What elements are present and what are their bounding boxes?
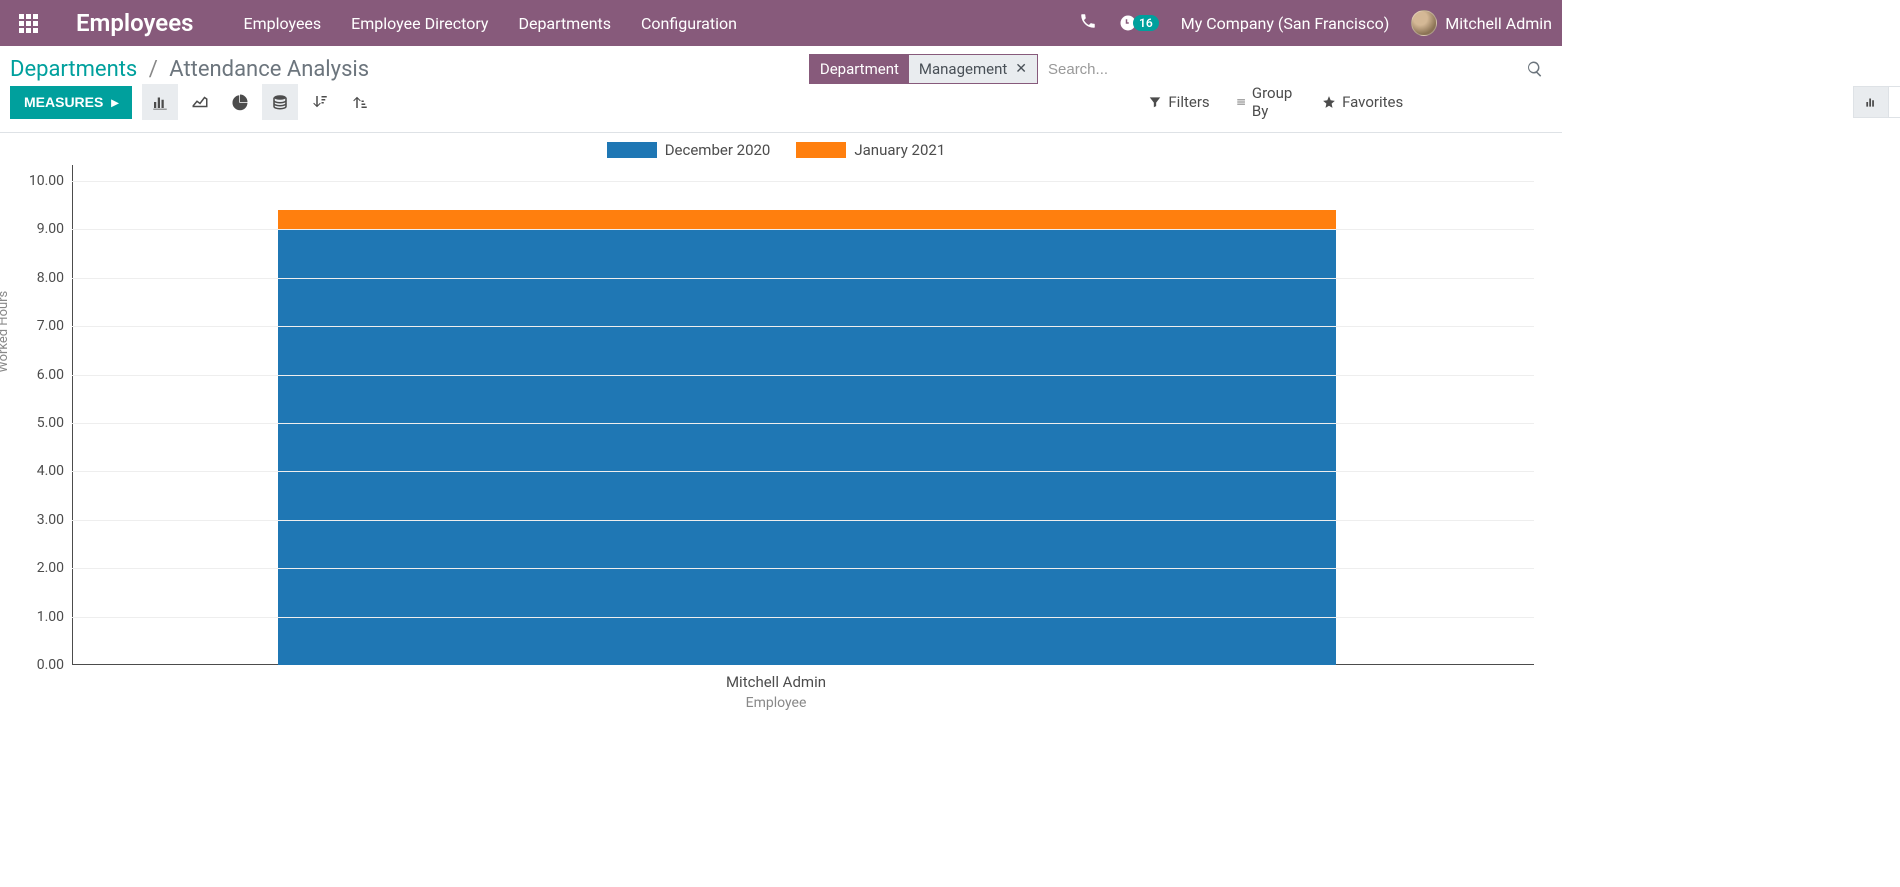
- sort-desc-button[interactable]: [302, 84, 338, 120]
- grid-line: [72, 278, 1534, 279]
- funnel-icon: [1148, 95, 1162, 109]
- chart-bars: [72, 165, 1534, 665]
- user-name: Mitchell Admin: [1445, 14, 1552, 33]
- breadcrumb-sep: /: [149, 57, 158, 82]
- y-tick: 9.00: [22, 221, 64, 237]
- facet-value-text: Management: [919, 60, 1007, 78]
- grid-line: [72, 568, 1534, 569]
- group-by-button[interactable]: Group By: [1236, 84, 1296, 120]
- search-options: Filters Group By Favorites: [1148, 84, 1403, 120]
- app-brand[interactable]: Employees: [76, 9, 193, 37]
- pie-chart-button[interactable]: [222, 84, 258, 120]
- chart-controls: MEASURES ▸: [10, 84, 378, 120]
- group-by-label: Group By: [1252, 84, 1296, 120]
- measures-label: MEASURES: [24, 94, 103, 110]
- view-switcher: [1853, 86, 1900, 118]
- filters-label: Filters: [1168, 93, 1209, 111]
- avatar-icon: [1411, 10, 1437, 36]
- y-tick: 6.00: [22, 367, 64, 383]
- menu-configuration[interactable]: Configuration: [641, 14, 737, 33]
- activity-icon[interactable]: 16: [1119, 14, 1159, 32]
- search-input[interactable]: [1038, 55, 1518, 84]
- y-tick: 5.00: [22, 415, 64, 431]
- pivot-view-button[interactable]: [1888, 87, 1900, 117]
- y-tick: 3.00: [22, 512, 64, 528]
- grid-line: [72, 617, 1534, 618]
- search-area: Department Management ✕: [809, 54, 1552, 84]
- legend-swatch: [607, 142, 657, 158]
- bar-segment[interactable]: [278, 210, 1336, 229]
- bar-chart-button[interactable]: [142, 84, 178, 120]
- list-icon: [1236, 95, 1246, 109]
- chart: December 2020January 2021 0.001.002.003.…: [0, 133, 1562, 711]
- stacked-button[interactable]: [262, 84, 298, 120]
- line-chart-button[interactable]: [182, 84, 218, 120]
- x-category-label: Mitchell Admin: [0, 673, 1552, 691]
- facet-label: Department: [810, 55, 909, 83]
- y-tick: 10.00: [22, 173, 64, 189]
- y-tick: 7.00: [22, 318, 64, 334]
- user-menu[interactable]: Mitchell Admin: [1411, 10, 1552, 36]
- phone-icon[interactable]: [1079, 12, 1097, 34]
- main-area: Worked Hours December 2020January 2021 0…: [0, 133, 1562, 711]
- legend-item[interactable]: December 2020: [607, 141, 771, 159]
- search-facet: Department Management ✕: [809, 54, 1038, 84]
- measures-button[interactable]: MEASURES ▸: [10, 86, 132, 119]
- graph-view-button[interactable]: [1854, 87, 1888, 117]
- y-tick: 0.00: [22, 657, 64, 673]
- favorites-button[interactable]: Favorites: [1322, 93, 1403, 111]
- activity-badge: 16: [1133, 15, 1159, 31]
- menu-employee-directory[interactable]: Employee Directory: [351, 14, 488, 33]
- chart-legend: December 2020 January 2021: [0, 141, 1552, 159]
- legend-label: January 2021: [854, 141, 945, 159]
- chart-plot: 0.001.002.003.004.005.006.007.008.009.00…: [72, 165, 1534, 665]
- bar-segment[interactable]: [278, 229, 1336, 665]
- facet-value: Management ✕: [909, 55, 1037, 83]
- grid-line: [72, 423, 1534, 424]
- star-icon: [1322, 95, 1336, 109]
- control-panel-bottom: MEASURES ▸: [0, 84, 1562, 133]
- grid-line: [72, 229, 1534, 230]
- filters-button[interactable]: Filters: [1148, 93, 1209, 111]
- legend-label: December 2020: [665, 141, 771, 159]
- grid-line: [72, 326, 1534, 327]
- breadcrumb: Departments / Attendance Analysis: [10, 57, 369, 82]
- search-icon[interactable]: [1518, 60, 1552, 78]
- breadcrumb-current: Attendance Analysis: [169, 57, 369, 82]
- caret-right-icon: ▸: [111, 94, 118, 111]
- y-tick: 1.00: [22, 609, 64, 625]
- control-panel-top: Departments / Attendance Analysis Depart…: [0, 46, 1562, 84]
- company-selector[interactable]: My Company (San Francisco): [1181, 14, 1390, 33]
- control-panel-right: Filters Group By Favorites: [378, 84, 1900, 120]
- menu-departments[interactable]: Departments: [518, 14, 611, 33]
- topnav-right: 16 My Company (San Francisco) Mitchell A…: [1079, 10, 1552, 36]
- grid-line: [72, 520, 1534, 521]
- menu-employees[interactable]: Employees: [243, 14, 321, 33]
- legend-item[interactable]: January 2021: [796, 141, 945, 159]
- legend-swatch: [796, 142, 846, 158]
- favorites-label: Favorites: [1342, 93, 1403, 111]
- breadcrumb-parent[interactable]: Departments: [10, 57, 137, 82]
- sort-asc-button[interactable]: [342, 84, 378, 120]
- y-tick: 2.00: [22, 560, 64, 576]
- apps-icon[interactable]: [14, 9, 42, 37]
- top-navbar: Employees Employees Employee Directory D…: [0, 0, 1562, 46]
- y-tick: 8.00: [22, 270, 64, 286]
- grid-line: [72, 471, 1534, 472]
- y-tick: 4.00: [22, 463, 64, 479]
- grid-line: [72, 375, 1534, 376]
- app-root: Employees Employees Employee Directory D…: [0, 0, 1562, 711]
- topnav-menus: Employees Employee Directory Departments…: [243, 14, 737, 33]
- x-axis-label: Employee: [0, 695, 1552, 711]
- facet-remove-icon[interactable]: ✕: [1015, 61, 1027, 77]
- grid-line: [72, 181, 1534, 182]
- chart-type-group: [142, 84, 378, 120]
